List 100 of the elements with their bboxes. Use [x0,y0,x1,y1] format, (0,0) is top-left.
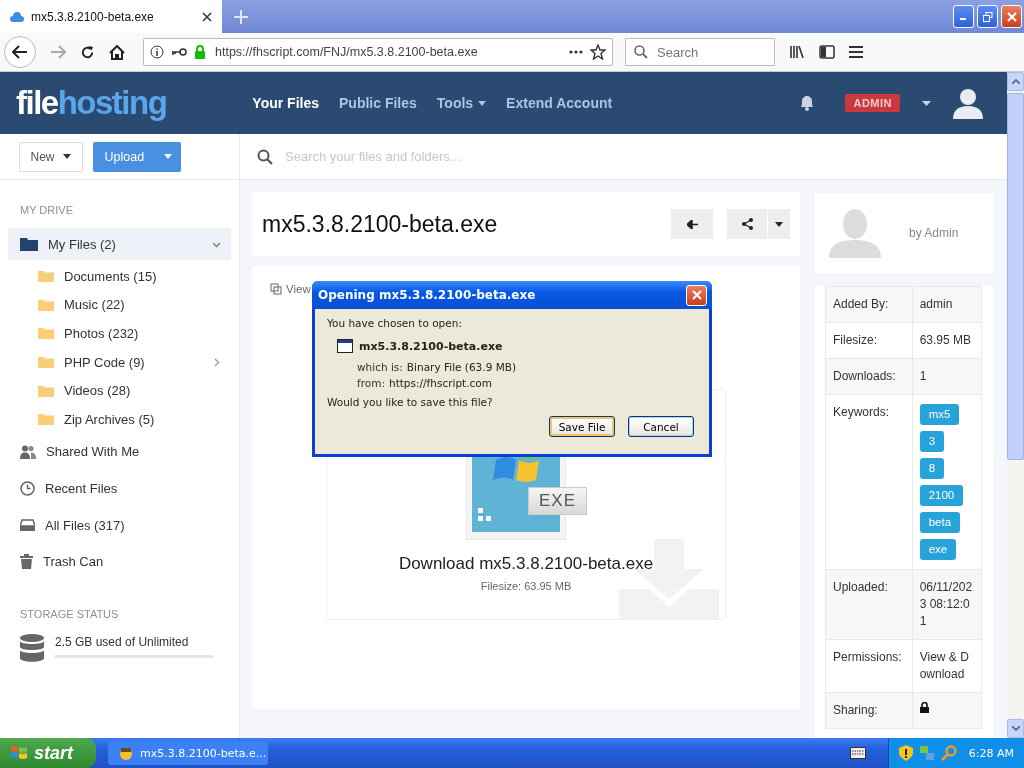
app-icon [118,746,134,760]
sidebar-item[interactable]: Shared With Me [8,433,231,471]
field-value: Binary File (63.9 MB) [406,361,517,373]
sidebar-item[interactable]: My Files (2) [8,228,231,260]
url-text: https://fhscript.com/FNJ/mx5.3.8.2100-beta.exe [215,45,478,59]
nav-link[interactable]: Tools [436,95,487,111]
caret-icon [775,221,783,227]
share-icon [741,218,753,230]
sidebar-icon[interactable] [819,45,835,59]
detail-label: Filesize: [825,322,913,359]
window-icon [337,339,353,353]
close-icon[interactable] [202,11,212,22]
caret-icon [1011,79,1020,84]
share-button[interactable] [727,209,767,239]
taskbar-button[interactable]: mx5.3.8.2100-beta.e... [108,741,268,765]
back-arrow-icon [686,219,698,229]
dropdown-button[interactable] [767,209,790,239]
dialog-button[interactable]: Cancel [628,416,694,437]
download-title[interactable]: Download mx5.3.8.2100-beta.exe [398,554,654,574]
folder-icon [38,413,54,426]
cloud-icon [10,11,24,22]
storage-text: 2.5 GB used of Unlimited [55,635,190,650]
caret-icon [62,154,71,159]
field-label: from: [357,377,385,389]
clock-text: 6:28 AM [968,746,1014,760]
search-field[interactable]: Search [625,38,775,66]
scroll-thumb[interactable] [1007,93,1024,460]
section-title: MY DRIVE [19,204,74,216]
folder-icon [38,356,54,369]
dialog-question: Would you like to save this file? [327,396,494,410]
home-icon[interactable] [109,44,125,60]
sidebar-item[interactable]: Recent Files [8,470,231,507]
chevron-right-icon[interactable] [212,357,221,367]
folder-item[interactable]: Zip Archives (5) [8,404,231,434]
detail-label: Keywords: [825,394,913,570]
section-title: STORAGE STATUS [19,608,120,621]
folder-item[interactable]: PHP Code (9) [8,347,231,377]
folder-item[interactable]: Documents (15) [8,262,231,291]
key-icon[interactable] [171,47,187,57]
scrollbar[interactable] [1007,72,1024,738]
minimize-button[interactable] [953,5,974,28]
view-tab[interactable]: View [270,283,311,295]
avatar-icon[interactable] [953,87,983,119]
nav-link[interactable]: Public Files [339,95,417,111]
back-button[interactable] [671,209,713,239]
dialog-button[interactable]: Save File [549,416,615,437]
new-button[interactable]: New [18,141,83,172]
scroll-up-button[interactable] [1007,72,1024,91]
detail-value: 1 [912,358,982,395]
close-button[interactable] [1001,5,1022,28]
file-type-label: EXE [528,487,588,515]
dialog-title: Opening mx5.3.8.2100-beta.exe [318,288,536,302]
back-button[interactable] [4,36,36,68]
folder-icon [20,237,38,251]
keyboard-icon[interactable] [849,747,866,759]
sidebar-item[interactable]: Trash Can [8,543,231,581]
detail-value: 63.95 MB [912,322,982,359]
caret-icon[interactable] [922,100,931,106]
menu-icon[interactable] [849,46,863,58]
detail-value: admin [912,286,982,323]
lock-icon[interactable] [194,45,206,59]
star-icon[interactable] [590,44,606,60]
file-title: mx5.3.8.2100-beta.exe [262,210,498,238]
site-logo[interactable]: filehosting [16,84,167,122]
folder-icon [38,298,54,311]
scroll-down-button[interactable] [1007,719,1024,738]
caret-icon [163,154,172,159]
detail-value: View & Download [912,639,982,693]
start-button[interactable]: start [0,738,96,768]
detail-label: Added By: [825,286,913,323]
library-icon[interactable] [789,45,805,59]
folder-item[interactable]: Videos (28) [8,376,231,405]
file-search-field[interactable]: Search your files and folders... [283,148,687,165]
browser-tab[interactable]: mx5.3.8.2100-beta.exe [0,0,222,33]
more-icon[interactable] [569,50,583,54]
bell-icon[interactable] [799,94,816,112]
close-button[interactable] [686,284,707,306]
role-badge: ADMIN [845,94,900,112]
close-icon [691,290,702,300]
sidebar-item[interactable]: All Files (317) [8,506,231,544]
file-name: mx5.3.8.2100-beta.exe [359,339,503,353]
field-value: https://fhscript.com [389,377,492,389]
shield-icon[interactable] [898,745,913,761]
copy-icon [270,283,282,295]
restore-button[interactable] [977,5,998,28]
info-icon[interactable] [150,45,164,59]
detail-label: Downloads: [825,358,913,395]
folder-item[interactable]: Music (22) [8,290,231,320]
database-icon [20,634,44,663]
detail-label: Sharing: [825,692,913,729]
address-bar[interactable]: https://fhscript.com/FNJ/mx5.3.8.2100-beta.exe [143,38,613,66]
owner-name: by Admin [909,226,959,240]
clock-icon [20,481,35,497]
caret-icon [1011,726,1020,731]
restore-icon [982,11,993,22]
detail-label: Permissions: [825,639,913,693]
nav-link[interactable]: Extend Account [506,95,613,111]
folder-item[interactable]: Photos (232) [8,319,231,348]
reload-icon[interactable] [80,44,95,60]
nav-link[interactable]: Your Files [252,95,319,111]
